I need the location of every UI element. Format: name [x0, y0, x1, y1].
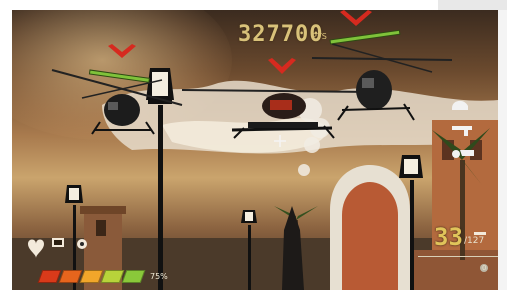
health-bar: [37, 270, 146, 283]
game-viewport[interactable]: 327700 PTS 75% 33 /127 0: [12, 10, 498, 290]
ammo-reserve-count: /127: [464, 236, 485, 246]
screen-border-top: [438, 0, 507, 10]
health-segment: [100, 270, 125, 283]
helmet-icon: [452, 100, 468, 110]
health-percent: 75%: [150, 272, 168, 281]
handgun-icon: [452, 150, 474, 158]
health-segment: [37, 270, 62, 283]
hud-overlay: [28, 100, 488, 272]
ammo-box-icon: [52, 238, 64, 247]
weapon-icon: [452, 126, 472, 136]
grenade-icon: [77, 239, 87, 249]
screen-border-right: [498, 10, 507, 290]
health-segment: [58, 270, 83, 283]
health-segment: [121, 270, 146, 283]
heart-icon: [28, 239, 44, 258]
ammo-clip-count: 33: [434, 223, 463, 251]
ammo-weapon-icon: [474, 232, 486, 235]
health-segment: [79, 270, 104, 283]
ammo-divider: [418, 256, 498, 257]
ammo-sub-value: 0: [482, 264, 487, 272]
